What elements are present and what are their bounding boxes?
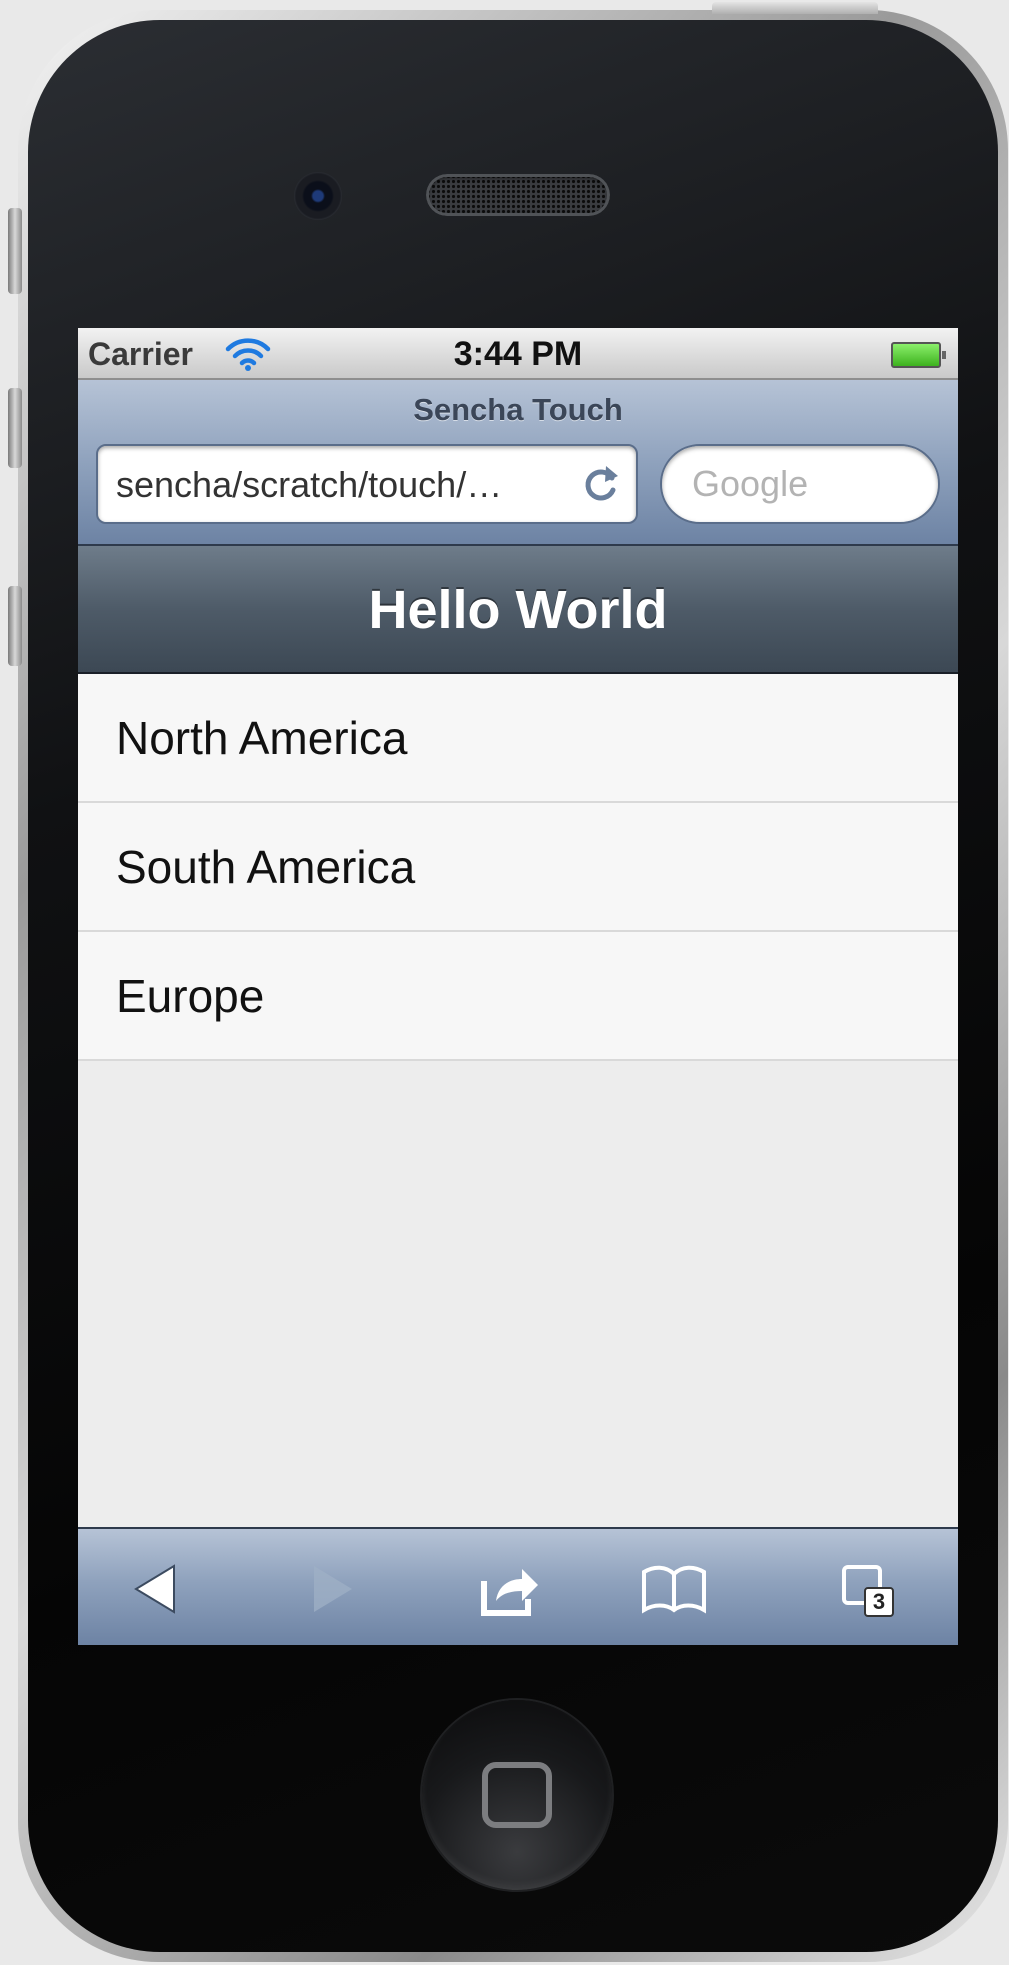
volume-down-button xyxy=(8,586,22,666)
back-button[interactable] xyxy=(120,1557,192,1621)
tabs-count: 3 xyxy=(864,1587,894,1617)
url-field[interactable]: sencha/scratch/touch/… xyxy=(96,444,638,524)
power-button xyxy=(712,2,878,14)
share-button[interactable] xyxy=(474,1557,546,1621)
page-title: Sencha Touch xyxy=(413,392,623,427)
list-item-label: Europe xyxy=(116,969,265,1022)
region-list: North America South America Europe xyxy=(78,674,958,1061)
tabs-button[interactable]: 3 xyxy=(832,1557,904,1621)
volume-up-button xyxy=(8,388,22,468)
forward-button[interactable] xyxy=(296,1557,368,1621)
browser-address-bar: Sencha Touch sencha/scratch/touch/… xyxy=(78,380,958,546)
battery-icon xyxy=(891,342,946,368)
url-text[interactable]: sencha/scratch/touch/… xyxy=(116,464,556,506)
forward-icon xyxy=(314,1566,352,1612)
bookmarks-button[interactable] xyxy=(638,1557,710,1621)
list-item[interactable]: North America xyxy=(78,674,958,803)
list-item-label: North America xyxy=(116,711,408,764)
app-title: Hello World xyxy=(368,580,668,640)
status-bar: Carrier 3:44 PM xyxy=(78,328,958,380)
share-icon xyxy=(481,1569,538,1616)
list-item[interactable]: Europe xyxy=(78,932,958,1061)
home-square-icon xyxy=(482,1762,552,1828)
app-toolbar: Hello World xyxy=(78,546,958,674)
tabs-icon: 3 xyxy=(838,1561,898,1617)
reload-icon[interactable] xyxy=(578,462,622,506)
search-field[interactable] xyxy=(660,444,940,524)
list-item-label: South America xyxy=(116,840,416,893)
bookmarks-icon xyxy=(642,1565,706,1614)
earpiece-speaker xyxy=(426,174,610,216)
search-input[interactable] xyxy=(692,462,912,506)
mute-switch xyxy=(8,208,22,294)
list-item[interactable]: South America xyxy=(78,803,958,932)
front-camera xyxy=(294,172,342,220)
clock: 3:44 PM xyxy=(453,335,583,373)
browser-bottom-toolbar: 3 xyxy=(78,1527,958,1645)
back-icon xyxy=(134,1564,175,1614)
screen: Carrier 3:44 PM Sencha Touch sencha/scra… xyxy=(78,328,958,1645)
